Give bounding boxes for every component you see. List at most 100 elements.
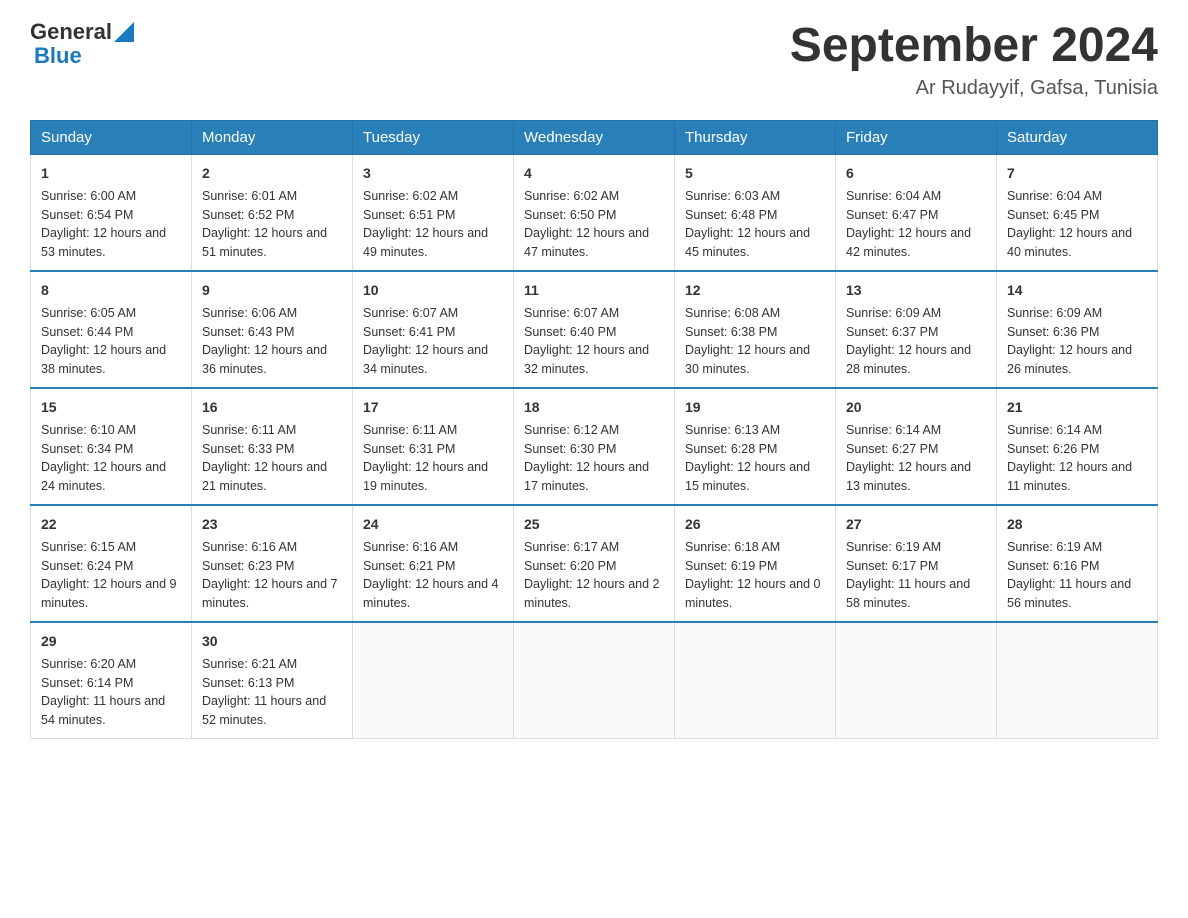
daylight-info: Daylight: 12 hours and 21 minutes.	[202, 460, 327, 493]
sunrise-info: Sunrise: 6:17 AM	[524, 540, 619, 554]
sunset-info: Sunset: 6:28 PM	[685, 442, 777, 456]
table-row: 27 Sunrise: 6:19 AM Sunset: 6:17 PM Dayl…	[836, 505, 997, 622]
daylight-info: Daylight: 12 hours and 34 minutes.	[363, 343, 488, 376]
sunset-info: Sunset: 6:23 PM	[202, 559, 294, 573]
table-row: 26 Sunrise: 6:18 AM Sunset: 6:19 PM Dayl…	[675, 505, 836, 622]
table-row: 1 Sunrise: 6:00 AM Sunset: 6:54 PM Dayli…	[31, 154, 192, 271]
sunset-info: Sunset: 6:43 PM	[202, 325, 294, 339]
calendar-week-row: 15 Sunrise: 6:10 AM Sunset: 6:34 PM Dayl…	[31, 388, 1158, 505]
daylight-info: Daylight: 12 hours and 7 minutes.	[202, 577, 338, 610]
sunset-info: Sunset: 6:21 PM	[363, 559, 455, 573]
table-row: 7 Sunrise: 6:04 AM Sunset: 6:45 PM Dayli…	[997, 154, 1158, 271]
col-tuesday: Tuesday	[353, 120, 514, 154]
logo-blue-text: Blue	[34, 44, 134, 68]
calendar-week-row: 8 Sunrise: 6:05 AM Sunset: 6:44 PM Dayli…	[31, 271, 1158, 388]
sunrise-info: Sunrise: 6:19 AM	[846, 540, 941, 554]
sunrise-info: Sunrise: 6:13 AM	[685, 423, 780, 437]
page-header: General Blue September 2024 Ar Rudayyif,…	[30, 20, 1158, 100]
day-number: 13	[846, 280, 986, 301]
day-number: 11	[524, 280, 664, 301]
sunset-info: Sunset: 6:51 PM	[363, 208, 455, 222]
sunset-info: Sunset: 6:16 PM	[1007, 559, 1099, 573]
day-number: 29	[41, 631, 181, 652]
sunset-info: Sunset: 6:40 PM	[524, 325, 616, 339]
table-row	[353, 622, 514, 739]
sunrise-info: Sunrise: 6:21 AM	[202, 657, 297, 671]
col-sunday: Sunday	[31, 120, 192, 154]
table-row: 8 Sunrise: 6:05 AM Sunset: 6:44 PM Dayli…	[31, 271, 192, 388]
sunset-info: Sunset: 6:31 PM	[363, 442, 455, 456]
day-number: 8	[41, 280, 181, 301]
table-row: 18 Sunrise: 6:12 AM Sunset: 6:30 PM Dayl…	[514, 388, 675, 505]
sunset-info: Sunset: 6:54 PM	[41, 208, 133, 222]
table-row: 3 Sunrise: 6:02 AM Sunset: 6:51 PM Dayli…	[353, 154, 514, 271]
table-row: 28 Sunrise: 6:19 AM Sunset: 6:16 PM Dayl…	[997, 505, 1158, 622]
sunset-info: Sunset: 6:52 PM	[202, 208, 294, 222]
table-row: 20 Sunrise: 6:14 AM Sunset: 6:27 PM Dayl…	[836, 388, 997, 505]
sunrise-info: Sunrise: 6:10 AM	[41, 423, 136, 437]
sunrise-info: Sunrise: 6:09 AM	[846, 306, 941, 320]
col-monday: Monday	[192, 120, 353, 154]
day-number: 24	[363, 514, 503, 535]
table-row: 23 Sunrise: 6:16 AM Sunset: 6:23 PM Dayl…	[192, 505, 353, 622]
day-number: 2	[202, 163, 342, 184]
daylight-info: Daylight: 12 hours and 47 minutes.	[524, 226, 649, 259]
col-friday: Friday	[836, 120, 997, 154]
daylight-info: Daylight: 12 hours and 53 minutes.	[41, 226, 166, 259]
daylight-info: Daylight: 12 hours and 15 minutes.	[685, 460, 810, 493]
day-number: 19	[685, 397, 825, 418]
sunrise-info: Sunrise: 6:03 AM	[685, 189, 780, 203]
sunset-info: Sunset: 6:13 PM	[202, 676, 294, 690]
sunrise-info: Sunrise: 6:02 AM	[363, 189, 458, 203]
table-row	[836, 622, 997, 739]
table-row: 24 Sunrise: 6:16 AM Sunset: 6:21 PM Dayl…	[353, 505, 514, 622]
daylight-info: Daylight: 12 hours and 11 minutes.	[1007, 460, 1132, 493]
sunset-info: Sunset: 6:26 PM	[1007, 442, 1099, 456]
daylight-info: Daylight: 11 hours and 52 minutes.	[202, 694, 326, 727]
day-number: 12	[685, 280, 825, 301]
daylight-info: Daylight: 12 hours and 42 minutes.	[846, 226, 971, 259]
day-number: 14	[1007, 280, 1147, 301]
sunset-info: Sunset: 6:44 PM	[41, 325, 133, 339]
sunset-info: Sunset: 6:24 PM	[41, 559, 133, 573]
sunrise-info: Sunrise: 6:16 AM	[363, 540, 458, 554]
daylight-info: Daylight: 12 hours and 51 minutes.	[202, 226, 327, 259]
col-saturday: Saturday	[997, 120, 1158, 154]
sunrise-info: Sunrise: 6:00 AM	[41, 189, 136, 203]
sunrise-info: Sunrise: 6:07 AM	[363, 306, 458, 320]
sunrise-info: Sunrise: 6:14 AM	[846, 423, 941, 437]
sunset-info: Sunset: 6:45 PM	[1007, 208, 1099, 222]
table-row	[514, 622, 675, 739]
daylight-info: Daylight: 12 hours and 9 minutes.	[41, 577, 177, 610]
table-row: 30 Sunrise: 6:21 AM Sunset: 6:13 PM Dayl…	[192, 622, 353, 739]
col-thursday: Thursday	[675, 120, 836, 154]
table-row: 10 Sunrise: 6:07 AM Sunset: 6:41 PM Dayl…	[353, 271, 514, 388]
sunrise-info: Sunrise: 6:11 AM	[363, 423, 457, 437]
daylight-info: Daylight: 12 hours and 17 minutes.	[524, 460, 649, 493]
day-number: 6	[846, 163, 986, 184]
sunrise-info: Sunrise: 6:02 AM	[524, 189, 619, 203]
sunset-info: Sunset: 6:48 PM	[685, 208, 777, 222]
day-number: 7	[1007, 163, 1147, 184]
daylight-info: Daylight: 12 hours and 26 minutes.	[1007, 343, 1132, 376]
table-row: 21 Sunrise: 6:14 AM Sunset: 6:26 PM Dayl…	[997, 388, 1158, 505]
day-number: 17	[363, 397, 503, 418]
day-number: 27	[846, 514, 986, 535]
sunrise-info: Sunrise: 6:09 AM	[1007, 306, 1102, 320]
table-row: 13 Sunrise: 6:09 AM Sunset: 6:37 PM Dayl…	[836, 271, 997, 388]
table-row: 22 Sunrise: 6:15 AM Sunset: 6:24 PM Dayl…	[31, 505, 192, 622]
sunrise-info: Sunrise: 6:06 AM	[202, 306, 297, 320]
sunrise-info: Sunrise: 6:07 AM	[524, 306, 619, 320]
daylight-info: Daylight: 12 hours and 45 minutes.	[685, 226, 810, 259]
table-row: 14 Sunrise: 6:09 AM Sunset: 6:36 PM Dayl…	[997, 271, 1158, 388]
sunrise-info: Sunrise: 6:12 AM	[524, 423, 619, 437]
daylight-info: Daylight: 12 hours and 0 minutes.	[685, 577, 821, 610]
sunrise-info: Sunrise: 6:05 AM	[41, 306, 136, 320]
day-number: 1	[41, 163, 181, 184]
sunset-info: Sunset: 6:50 PM	[524, 208, 616, 222]
day-number: 18	[524, 397, 664, 418]
sunrise-info: Sunrise: 6:01 AM	[202, 189, 297, 203]
calendar-week-row: 1 Sunrise: 6:00 AM Sunset: 6:54 PM Dayli…	[31, 154, 1158, 271]
daylight-info: Daylight: 12 hours and 28 minutes.	[846, 343, 971, 376]
daylight-info: Daylight: 12 hours and 36 minutes.	[202, 343, 327, 376]
